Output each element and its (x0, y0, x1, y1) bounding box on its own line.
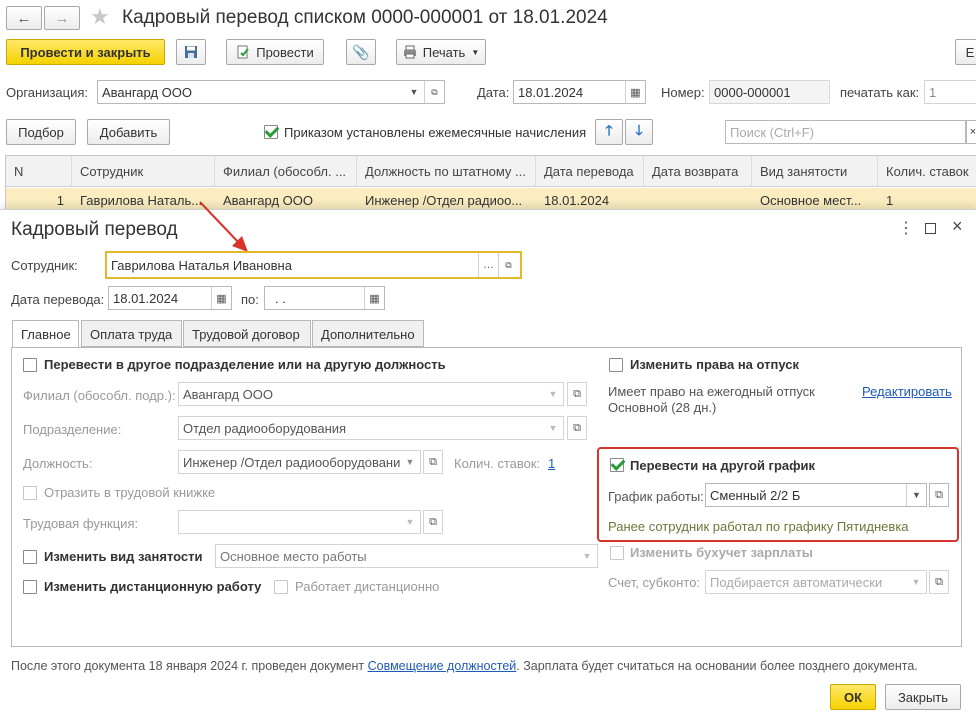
account-label: Счет, субконто: (608, 575, 701, 590)
calendar-icon[interactable]: ▦ (211, 287, 231, 309)
position-value: Инженер /Отдел радиооборудовани (183, 454, 401, 470)
open-link-icon[interactable]: ⧉ (498, 253, 518, 277)
dept-value: Отдел радиооборудования (183, 420, 347, 436)
branch-value: Авангард ООО (183, 386, 273, 402)
employee-value: Гаврилова Наталья Ивановна (111, 257, 292, 273)
employee-field[interactable]: Гаврилова Наталья Ивановна … ⧉ (105, 251, 522, 279)
to-date-field[interactable]: . . ▦ (264, 286, 385, 310)
change-remote-label: Изменить дистанционную работу (44, 579, 262, 594)
change-employment-checkbox[interactable] (23, 550, 37, 564)
employee-label: Сотрудник: (11, 258, 78, 273)
position-open-icon[interactable]: ⧉ (423, 450, 443, 474)
dept-field[interactable]: Отдел радиооборудования ▼ (178, 416, 564, 440)
ok-button[interactable]: ОК (830, 684, 876, 710)
dept-open-icon[interactable]: ⧉ (567, 416, 587, 440)
workbook-label: Отразить в трудовой книжке (44, 485, 216, 500)
transfer-schedule-checkbox[interactable] (610, 458, 624, 472)
workbook-checkbox[interactable] (23, 486, 37, 500)
change-vacation-checkbox[interactable] (609, 358, 623, 372)
dept-label: Подразделение: (23, 422, 122, 437)
position-field[interactable]: Инженер /Отдел радиооборудовани ▼ (178, 450, 421, 474)
footer-note: После этого документа 18 января 2024 г. … (11, 659, 918, 673)
vacation-info-line-2: Основной (28 дн.) (608, 400, 717, 415)
works-remote-checkbox[interactable] (274, 580, 288, 594)
to-label: по: (241, 292, 259, 307)
labor-function-field[interactable]: ▼ (178, 510, 421, 534)
close-button[interactable]: Закрыть (885, 684, 961, 710)
schedule-field[interactable]: Сменный 2/2 Б ▼ (705, 483, 927, 507)
change-accounting-label: Изменить бухучет зарплаты (630, 545, 813, 560)
account-field[interactable]: Подбирается автоматически ▼ (705, 570, 927, 594)
employment-field[interactable]: Основное место работы ▼ (215, 544, 598, 568)
dropdown-arrow-icon[interactable]: ▼ (400, 451, 420, 473)
dropdown-arrow-icon[interactable]: ▼ (577, 545, 597, 567)
schedule-open-icon[interactable]: ⧉ (929, 483, 949, 507)
branch-label: Филиал (обособл. подр.): (23, 388, 176, 403)
position-label: Должность: (23, 456, 93, 471)
transfer-date-field[interactable]: 18.01.2024 ▦ (108, 286, 232, 310)
transfer-date-value: 18.01.2024 (113, 290, 179, 306)
transfer-date-label: Дата перевода: (11, 292, 105, 307)
rates-link[interactable]: 1 (548, 456, 555, 471)
account-open-icon[interactable]: ⧉ (929, 570, 949, 594)
tab-labor-contract[interactable]: Трудовой договор (183, 320, 311, 347)
works-remote-label: Работает дистанционно (295, 579, 440, 594)
employment-value: Основное место работы (220, 548, 367, 564)
footer-text-1: После этого документа 18 января 2024 г. … (11, 659, 365, 673)
transfer-dept-checkbox[interactable] (23, 358, 37, 372)
edit-vacation-link[interactable]: Редактировать (862, 384, 952, 399)
select-more-icon[interactable]: … (478, 253, 498, 277)
transfer-dept-label: Перевести в другое подразделение или на … (44, 357, 446, 372)
dropdown-arrow-icon[interactable]: ▼ (543, 383, 563, 405)
tab-main[interactable]: Главное (12, 320, 79, 348)
change-employment-label: Изменить вид занятости (44, 549, 203, 564)
branch-field[interactable]: Авангард ООО ▼ (178, 382, 564, 406)
dropdown-arrow-icon[interactable]: ▼ (906, 571, 926, 593)
change-remote-checkbox[interactable] (23, 580, 37, 594)
branch-open-icon[interactable]: ⧉ (567, 382, 587, 406)
dropdown-arrow-icon[interactable]: ▼ (906, 484, 926, 506)
change-vacation-label: Изменить права на отпуск (630, 357, 799, 372)
change-accounting-checkbox[interactable] (610, 546, 624, 560)
tab-payment[interactable]: Оплата труда (81, 320, 182, 347)
to-date-value: . . (275, 290, 286, 306)
rates-label: Колич. ставок: (454, 456, 541, 471)
schedule-note: Ранее сотрудник работал по графику Пятид… (608, 519, 909, 534)
schedule-label: График работы: (608, 489, 704, 504)
footer-text-2: . Зарплата будет считаться на основании … (516, 659, 918, 673)
calendar-icon[interactable]: ▦ (364, 287, 384, 309)
vacation-info-line-1: Имеет право на ежегодный отпуск (608, 384, 815, 399)
labor-function-label: Трудовая функция: (23, 516, 139, 531)
schedule-value: Сменный 2/2 Б (710, 487, 801, 503)
transfer-schedule-label: Перевести на другой график (630, 458, 816, 473)
footer-link[interactable]: Совмещение должностей (368, 659, 517, 673)
dropdown-arrow-icon[interactable]: ▼ (543, 417, 563, 439)
tab-additional[interactable]: Дополнительно (312, 320, 424, 347)
labor-function-open-icon[interactable]: ⧉ (423, 510, 443, 534)
dropdown-arrow-icon[interactable]: ▼ (400, 511, 420, 533)
account-value: Подбирается автоматически (710, 574, 883, 590)
